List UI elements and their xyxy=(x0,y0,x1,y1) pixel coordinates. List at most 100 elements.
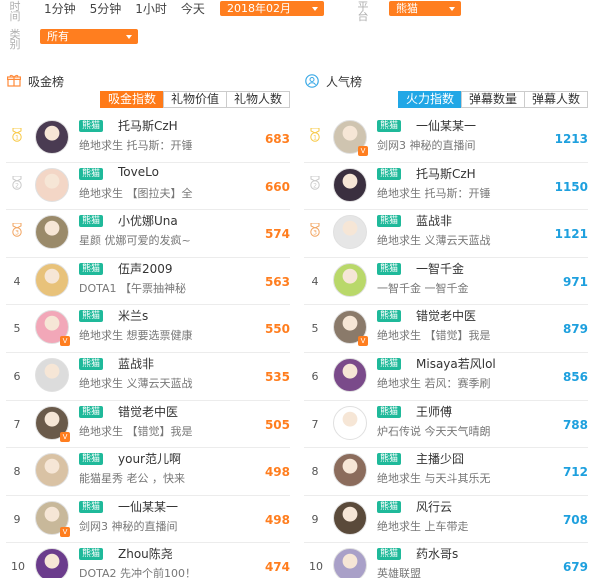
stream-description: 一智千金 一智千金 xyxy=(377,281,469,295)
avatar[interactable] xyxy=(333,548,367,578)
ranking-row[interactable]: 7 熊猫 王师傅 炉石传说 今天天气晴朗 788 xyxy=(304,401,588,449)
avatar[interactable] xyxy=(333,167,367,202)
ranking-row[interactable]: 3 熊猫 小优娜Una 星颜 优娜可爱的发疯~ 574 xyxy=(6,210,290,258)
streamer-name[interactable]: your范儿啊 xyxy=(118,450,181,467)
streamer-name[interactable]: 蓝战非 xyxy=(416,212,452,229)
ranking-row[interactable]: 4 熊猫 伍声2009 DOTA1 【午票抽神秘 563 xyxy=(6,258,290,306)
rank-number: 9 xyxy=(311,512,319,526)
avatar[interactable] xyxy=(333,262,367,297)
streamer-name[interactable]: 风行云 xyxy=(416,498,452,515)
rank-number: 4 xyxy=(13,274,21,288)
stream-description: 绝地求生 上车带走 xyxy=(377,519,469,533)
streamer-name[interactable]: 伍声2009 xyxy=(118,260,173,277)
streamer-name[interactable]: 托马斯CzH xyxy=(416,165,476,182)
avatar[interactable] xyxy=(333,453,367,488)
avatar[interactable] xyxy=(35,262,69,297)
ranking-row[interactable]: 8 熊猫 主播少囧 绝地求生 与天斗其乐无 712 xyxy=(304,448,588,496)
tab-fire-index[interactable]: 火力指数 xyxy=(397,91,462,108)
ranking-row[interactable]: 2 熊猫 ToveLo 绝地求生 【图拉夫】全 660 xyxy=(6,163,290,211)
tab-danmaku-count[interactable]: 弹幕数量 xyxy=(460,91,525,108)
time-link-1min[interactable]: 1分钟 xyxy=(44,1,76,17)
medal-rank-3-icon: 3 xyxy=(309,222,321,240)
stream-description: 绝地求生 与天斗其乐无 xyxy=(377,472,491,486)
streamer-name[interactable]: 错觉老中医 xyxy=(118,403,178,420)
ranking-row[interactable]: 10 熊猫 药水哥s 英雄联盟 679 xyxy=(304,543,588,578)
avatar[interactable] xyxy=(35,548,69,578)
streamer-name[interactable]: 王师傅 xyxy=(416,403,452,420)
ranking-row[interactable]: 10 熊猫 Zhou陈尧 DOTA2 先冲个前100！ 474 xyxy=(6,543,290,578)
score-value: 550 xyxy=(264,322,290,337)
ranking-row[interactable]: 3 熊猫 蓝战非 绝地求生 义薄云天蓝战 1121 xyxy=(304,210,588,258)
rank-number: 6 xyxy=(311,369,319,383)
streamer-name[interactable]: ToveLo xyxy=(118,165,159,179)
avatar[interactable] xyxy=(35,167,69,202)
medal-rank-2-icon: 2 xyxy=(309,175,321,193)
streamer-name[interactable]: 一仙某某一 xyxy=(118,498,178,515)
ranking-row[interactable]: 9 V 熊猫 一仙某某一 剑网3 神秘的直播间 498 xyxy=(6,496,290,544)
ranking-row[interactable]: 1 熊猫 托马斯CzH 绝地求生 托马斯：开锤 683 xyxy=(6,115,290,163)
ranking-row[interactable]: 8 熊猫 your范儿啊 能猫星秀 老公 ，快来 498 xyxy=(6,448,290,496)
score-value: 679 xyxy=(562,560,588,575)
streamer-name[interactable]: 错觉老中医 xyxy=(416,307,476,324)
filter-bar: 时间 1分钟 5分钟 1小时 今天 2018年02月 平台 熊猫 类别 所有 xyxy=(0,0,594,56)
ranking-row[interactable]: 1 V 熊猫 一仙某某一 剑网3 神秘的直播间 1213 xyxy=(304,115,588,163)
time-link-5min[interactable]: 5分钟 xyxy=(90,1,122,17)
tab-gift-value[interactable]: 礼物价值 xyxy=(162,91,227,108)
stream-description: 绝地求生 若风：赛季刷 xyxy=(377,376,491,390)
streamer-name[interactable]: 米兰s xyxy=(118,307,148,324)
category-select[interactable]: 所有 xyxy=(40,29,138,44)
time-link-today[interactable]: 今天 xyxy=(181,1,205,17)
avatar[interactable] xyxy=(333,500,367,535)
panel-title: 吸金榜 xyxy=(28,75,65,89)
ranking-row[interactable]: 6 熊猫 Misaya若风lol 绝地求生 若风：赛季刷 856 xyxy=(304,353,588,401)
ranking-row[interactable]: 4 熊猫 一智千金 一智千金 一智千金 971 xyxy=(304,258,588,306)
svg-text:3: 3 xyxy=(313,230,317,237)
avatar[interactable] xyxy=(333,357,367,392)
platform-badge: 熊猫 xyxy=(79,120,104,132)
ranking-row[interactable]: 5 V 熊猫 错觉老中医 绝地求生 【错觉】我是 879 xyxy=(304,305,588,353)
ranking-row[interactable]: 5 V 熊猫 米兰s 绝地求生 想要选票健康 550 xyxy=(6,305,290,353)
streamer-name[interactable]: Misaya若风lol xyxy=(416,355,496,372)
ranking-row[interactable]: 6 熊猫 蓝战非 绝地求生 义薄云天蓝战 535 xyxy=(6,353,290,401)
ranking-row[interactable]: 7 V 熊猫 错觉老中医 绝地求生 【错觉】我是 505 xyxy=(6,401,290,449)
month-select[interactable]: 2018年02月 xyxy=(220,1,324,16)
stream-description: 绝地求生 【错觉】我是 xyxy=(79,424,193,438)
gold-ranking-list: 1 熊猫 托马斯CzH 绝地求生 托马斯：开锤 683 2 熊猫 ToveLo 绝地求生 【图拉… xyxy=(6,115,290,578)
chevron-down-icon xyxy=(449,7,455,11)
score-value: 474 xyxy=(264,560,290,575)
tab-gold-index[interactable]: 吸金指数 xyxy=(99,91,164,108)
platform-select[interactable]: 熊猫 xyxy=(389,1,461,16)
ranking-row[interactable]: 2 熊猫 托马斯CzH 绝地求生 托马斯：开锤 1150 xyxy=(304,163,588,211)
streamer-name[interactable]: 一智千金 xyxy=(416,260,464,277)
streamer-name[interactable]: 主播少囧 xyxy=(416,450,464,467)
stream-description: 星颜 优娜可爱的发疯~ xyxy=(79,234,191,248)
avatar[interactable] xyxy=(35,357,69,392)
avatar[interactable] xyxy=(35,215,69,250)
tab-gift-count[interactable]: 礼物人数 xyxy=(225,91,290,108)
rank-number: 5 xyxy=(311,322,319,336)
popularity-tabs: 火力指数 弹幕数量 弹幕人数 xyxy=(397,91,588,108)
avatar[interactable] xyxy=(333,405,367,440)
stream-description: 绝地求生 托马斯：开锤 xyxy=(377,186,491,200)
avatar[interactable] xyxy=(35,120,69,154)
streamer-name[interactable]: Zhou陈尧 xyxy=(118,545,173,562)
rank-number: 8 xyxy=(311,465,319,479)
rank-number: 5 xyxy=(13,322,21,336)
streamer-name[interactable]: 托马斯CzH xyxy=(118,117,178,134)
time-link-1hour[interactable]: 1小时 xyxy=(135,1,167,17)
rank-number: 9 xyxy=(13,512,21,526)
category-select-value: 所有 xyxy=(47,30,69,43)
streamer-name[interactable]: 一仙某某一 xyxy=(416,117,476,134)
streamer-name[interactable]: 药水哥s xyxy=(416,545,458,562)
ranking-row[interactable]: 9 熊猫 风行云 绝地求生 上车带走 708 xyxy=(304,496,588,544)
avatar[interactable] xyxy=(35,453,69,488)
score-value: 1121 xyxy=(554,227,588,242)
gift-icon xyxy=(7,74,22,90)
tab-danmaku-users[interactable]: 弹幕人数 xyxy=(523,91,588,108)
streamer-name[interactable]: 蓝战非 xyxy=(118,355,154,372)
verified-icon: V xyxy=(358,336,368,347)
avatar[interactable] xyxy=(333,215,367,250)
medal-rank-1-icon: 1 xyxy=(11,127,23,145)
streamer-name[interactable]: 小优娜Una xyxy=(118,212,178,229)
medal-rank-1-icon: 1 xyxy=(309,127,321,145)
